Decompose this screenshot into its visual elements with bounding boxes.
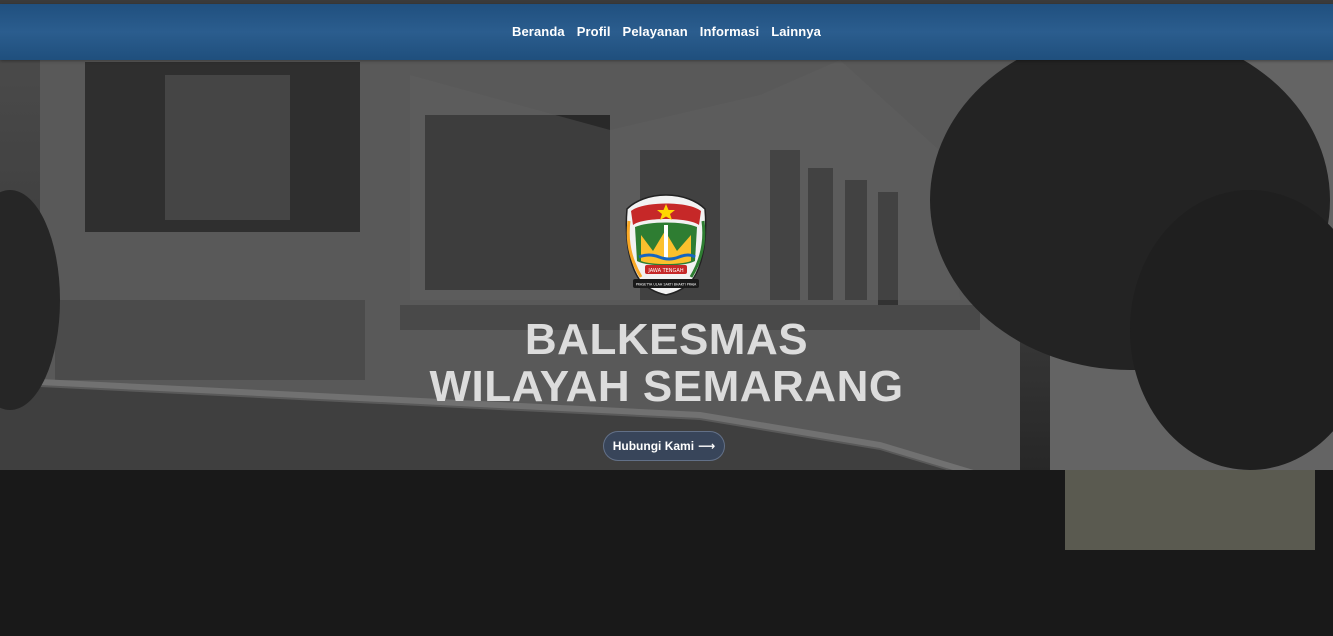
hero-title-line1: BALKESMAS [524,315,809,364]
contact-us-label: Hubungi Kami [612,439,695,453]
nav-link-informasi[interactable]: Informasi [700,24,759,39]
nav-item-profil: Profil [577,23,611,41]
nav-link-pelayanan[interactable]: Pelayanan [623,24,688,39]
jawa-tengah-emblem-icon: JAWA TENGAH PRASETYA ULAH SAKTI BHAKTI P… [619,191,713,301]
nav-item-beranda: Beranda [512,23,565,41]
contact-us-button[interactable]: Hubungi Kami ⟶ [603,431,725,461]
nav-link-beranda[interactable]: Beranda [512,24,565,39]
nav-menu: Beranda Profil Pelayanan Informasi Lainn… [0,4,1333,60]
emblem-banner-text: JAWA TENGAH [647,268,683,274]
nav-link-lainnya[interactable]: Lainnya [771,24,821,39]
hero-title-line2: WILAYAH SEMARANG [429,362,904,411]
main-navbar: Beranda Profil Pelayanan Informasi Lainn… [0,4,1333,60]
nav-item-informasi: Informasi [700,23,759,41]
hero-section: JAWA TENGAH PRASETYA ULAH SAKTI BHAKTI P… [0,60,1333,636]
nav-item-pelayanan: Pelayanan [623,23,688,41]
nav-link-profil[interactable]: Profil [577,24,611,39]
nav-item-lainnya: Lainnya [771,23,821,41]
arrow-right-icon: ⟶ [698,439,716,453]
page: Beranda Profil Pelayanan Informasi Lainn… [0,0,1333,636]
emblem-motto-text: PRASETYA ULAH SAKTI BHAKTI PRAJA [636,283,697,287]
